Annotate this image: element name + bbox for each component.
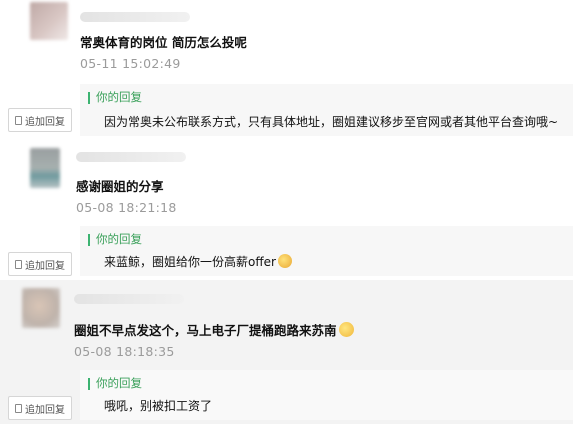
add-reply-button[interactable]: 追加回复 — [8, 108, 72, 132]
reply-accent-bar — [88, 92, 90, 104]
reply-text-content: 来蓝鲸，圈姐给你一份高薪offer — [104, 255, 276, 269]
comment-item: 常奥体育的岗位 简历怎么投呢 05-11 15:02:49 你的回复 因为常奥未… — [0, 0, 573, 140]
add-reply-button[interactable]: 追加回复 — [8, 252, 72, 276]
reply-label: 你的回复 — [96, 232, 142, 246]
reply-text: 来蓝鲸，圈姐给你一份高薪offer — [104, 253, 292, 270]
comment-text: 常奥体育的岗位 简历怎么投呢 — [80, 35, 247, 50]
grin-emoji-icon — [338, 322, 354, 337]
reply-box: 你的回复 因为常奥未公布联系方式，只有具体地址，圈姐建议移步至官网或者其他平台查… — [80, 84, 573, 136]
reply-label: 你的回复 — [96, 376, 142, 390]
comment-timestamp: 05-08 18:21:18 — [76, 200, 177, 215]
reply-box: 你的回复 哦吼，别被扣工资了 — [80, 370, 573, 420]
avatar[interactable] — [30, 148, 60, 188]
blurred-username — [74, 294, 184, 304]
document-icon — [15, 115, 22, 125]
avatar[interactable] — [30, 2, 68, 40]
comment-item: 圈姐不早点发这个，马上电子厂提桶跑路来苏南 05-08 18:18:35 你的回… — [0, 280, 573, 424]
reply-box: 你的回复 来蓝鲸，圈姐给你一份高薪offer — [80, 226, 573, 276]
reply-accent-bar — [88, 234, 90, 246]
reply-text: 因为常奥未公布联系方式，只有具体地址，圈姐建议移步至官网或者其他平台查询哦~ — [104, 115, 559, 129]
add-reply-label: 追加回复 — [25, 260, 65, 272]
add-reply-label: 追加回复 — [25, 404, 65, 416]
comment-timestamp: 05-08 18:18:35 — [74, 344, 175, 359]
comment-text: 圈姐不早点发这个，马上电子厂提桶跑路来苏南 — [74, 320, 354, 339]
comment-item: 感谢圈姐的分享 05-08 18:21:18 你的回复 来蓝鲸，圈姐给你一份高薪… — [0, 140, 573, 280]
comment-text-content: 圈姐不早点发这个，马上电子厂提桶跑路来苏南 — [74, 323, 337, 338]
document-icon — [15, 259, 22, 269]
avatar[interactable] — [22, 288, 60, 328]
add-reply-label: 追加回复 — [25, 116, 65, 128]
reply-accent-bar — [88, 378, 90, 390]
comment-timestamp: 05-11 15:02:49 — [80, 56, 181, 71]
add-reply-button[interactable]: 追加回复 — [8, 396, 72, 420]
smug-emoji-icon — [277, 254, 292, 268]
reply-label: 你的回复 — [96, 90, 142, 104]
comment-text: 感谢圈姐的分享 — [76, 179, 164, 194]
document-icon — [15, 403, 22, 413]
blurred-username — [80, 12, 190, 22]
reply-text: 哦吼，别被扣工资了 — [104, 399, 213, 413]
blurred-username — [76, 152, 186, 162]
